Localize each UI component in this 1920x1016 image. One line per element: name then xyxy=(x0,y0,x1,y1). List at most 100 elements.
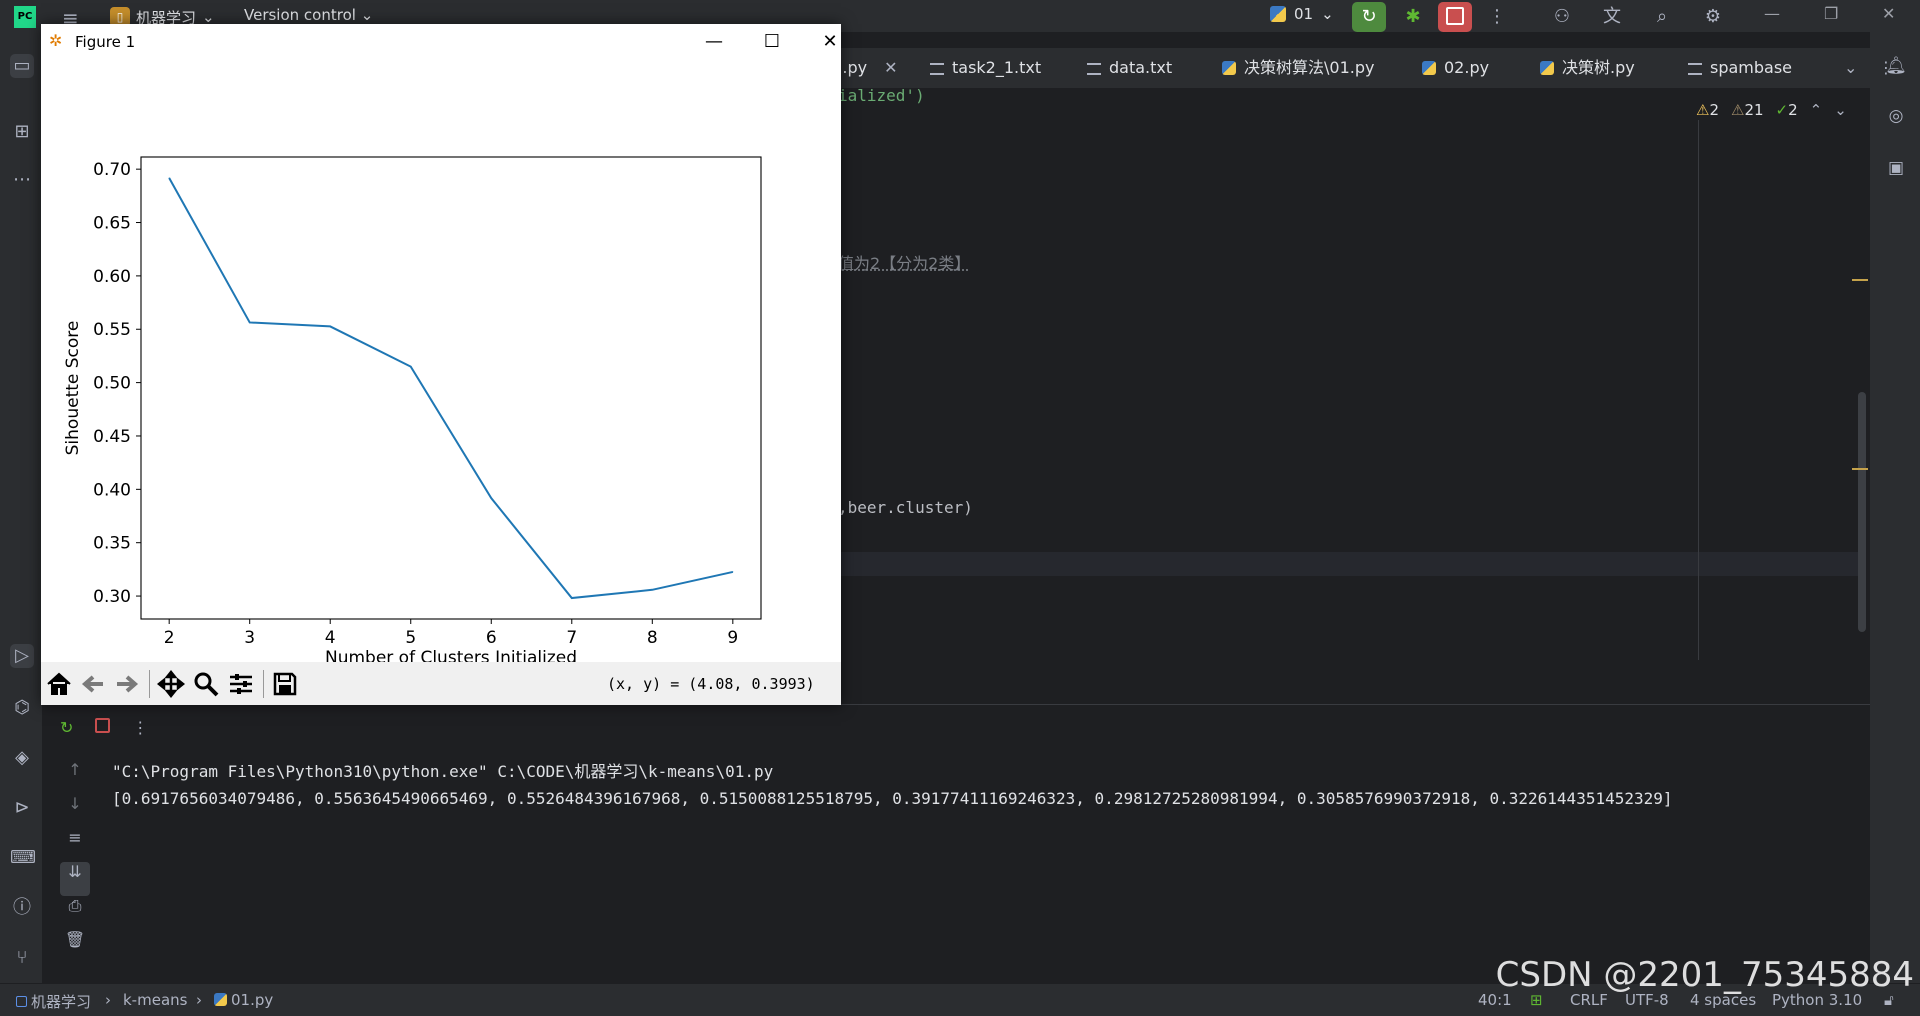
stop-icon[interactable] xyxy=(95,718,111,737)
figure-window[interactable]: ✲ Figure 1 — ☐ ✕ 0.30 0.35 0.40 0.45 0.50 0.5… xyxy=(41,24,841,705)
sciview-icon[interactable]: ▣ xyxy=(1884,156,1908,180)
data-point xyxy=(249,321,251,323)
tab-decision-tree-py[interactable]: 决策树.py xyxy=(1540,48,1635,88)
more-tools-icon[interactable]: ⋯ xyxy=(10,168,34,192)
home-icon[interactable] xyxy=(45,670,73,698)
arrow-up-icon[interactable]: ↑ xyxy=(60,760,90,794)
warning-icon: ⚠ xyxy=(1696,101,1710,119)
breadcrumb-project[interactable]: 机器学习 xyxy=(16,991,91,1012)
tab-02-py[interactable]: 02.py xyxy=(1422,48,1489,88)
tab-label: data.txt xyxy=(1109,58,1173,77)
python-icon xyxy=(1540,61,1554,75)
x-tick-label: 2 xyxy=(164,628,175,648)
version-control-menu[interactable]: Version control ⌄ xyxy=(244,6,373,24)
breadcrumb-separator: › xyxy=(105,991,111,1009)
chevron-down-icon[interactable]: ⌄ xyxy=(1834,101,1847,119)
problems-icon[interactable]: ⓘ xyxy=(10,896,34,920)
editor-scrollbar[interactable] xyxy=(1858,392,1866,632)
breadcrumb-folder[interactable]: k-means xyxy=(123,991,187,1009)
chevron-up-icon[interactable]: ⌃ xyxy=(1810,101,1823,119)
x-tick-label: 8 xyxy=(647,628,658,648)
python-icon xyxy=(214,993,227,1006)
zoom-magnifier-icon[interactable] xyxy=(192,670,220,698)
debug-button[interactable]: ✱ xyxy=(1396,2,1430,32)
y-tick-label: 0.70 xyxy=(93,160,131,180)
more-options-icon[interactable]: ⋮ xyxy=(132,718,148,737)
close-tab-icon[interactable]: ✕ xyxy=(884,58,897,77)
restore-window-button[interactable]: ❐ xyxy=(1824,4,1838,23)
settings-gear-icon[interactable]: ⚙ xyxy=(1696,2,1730,32)
breadcrumb-file[interactable]: 01.py xyxy=(214,991,273,1009)
y-tick-label: 0.50 xyxy=(93,374,131,394)
save-floppy-icon[interactable] xyxy=(271,670,299,698)
forward-arrow-icon[interactable] xyxy=(113,670,141,698)
toolbar-separator xyxy=(149,670,150,698)
x-tick-label: 5 xyxy=(405,628,416,648)
tab-label: 决策树算法\01.py xyxy=(1244,58,1375,77)
scroll-to-end-icon[interactable]: ⇊ xyxy=(60,862,90,896)
more-actions-icon[interactable]: ⋮ xyxy=(1480,2,1514,32)
back-arrow-icon[interactable] xyxy=(79,670,107,698)
error-stripe-mark[interactable] xyxy=(1852,279,1868,281)
y-tick-label: 0.60 xyxy=(93,267,131,287)
run-config-selector[interactable]: 01 ⌄ xyxy=(1270,5,1334,23)
close-window-button[interactable]: ✕ xyxy=(1882,4,1895,23)
y-axis-label: Sihouette Score xyxy=(63,321,83,456)
rerun-icon[interactable]: ↻ xyxy=(60,718,73,737)
search-icon[interactable]: ⌕ xyxy=(1645,2,1679,32)
data-point xyxy=(490,497,492,499)
module-icon xyxy=(16,996,27,1007)
text-file-icon xyxy=(1087,63,1101,75)
minimize-window-button[interactable]: — xyxy=(1764,4,1780,23)
tab-task2-1-txt[interactable]: task2_1.txt xyxy=(930,48,1041,88)
git-icon[interactable]: ⑂ xyxy=(10,946,34,970)
stop-button[interactable] xyxy=(1438,2,1472,32)
tab-spambase[interactable]: spambase xyxy=(1688,48,1792,88)
translate-icon[interactable]: 文 xyxy=(1595,2,1629,32)
tab-data-txt[interactable]: data.txt xyxy=(1087,48,1172,88)
tab-decision-tree-01-py[interactable]: 决策树算法\01.py xyxy=(1222,48,1374,88)
checkmark-icon: ✓ xyxy=(1775,101,1789,119)
x-tick-label: 3 xyxy=(244,628,255,648)
figure-titlebar[interactable]: ✲ Figure 1 — ☐ ✕ xyxy=(41,24,841,60)
error-stripe-mark[interactable] xyxy=(1852,468,1868,470)
console-command-line: "C:\Program Files\Python310\python.exe" … xyxy=(112,762,774,781)
python-icon xyxy=(1222,61,1236,75)
rerun-button[interactable]: ↻ xyxy=(1352,2,1386,32)
print-icon[interactable]: ⎙ xyxy=(60,896,90,930)
tab-list-chevron-icon[interactable]: ⌄ xyxy=(1844,48,1857,88)
run-tool-icon[interactable]: ▷ xyxy=(10,644,34,668)
minimize-button[interactable]: — xyxy=(694,28,734,56)
tab-label: task2_1.txt xyxy=(952,58,1042,77)
python-console-icon[interactable]: ⌬ xyxy=(10,696,34,720)
python-icon xyxy=(1270,6,1286,22)
data-point xyxy=(168,177,170,179)
services-icon[interactable]: ⊳ xyxy=(10,796,34,820)
run-toolbar: ↻ ⋮ xyxy=(60,718,148,737)
axes-frame xyxy=(140,156,762,620)
soft-wrap-icon[interactable]: ≡ xyxy=(60,828,90,862)
terminal-icon[interactable]: ⌨ xyxy=(10,846,36,870)
typo-count: ✓2 xyxy=(1775,101,1798,119)
pan-move-icon[interactable] xyxy=(157,670,185,698)
inspection-widget[interactable]: ⚠2 ⚠21 ✓2 ⌃ ⌄ xyxy=(1696,101,1847,119)
y-tick-label: 0.45 xyxy=(93,427,131,447)
line-chart[interactable]: 0.30 0.35 0.40 0.45 0.50 0.55 0.60 0.65 0.70 2 3 4… xyxy=(41,60,841,662)
python-packages-icon[interactable]: ◈ xyxy=(10,746,34,770)
structure-icon[interactable]: ⊞ xyxy=(10,120,34,144)
trash-icon[interactable]: 🗑︎ xyxy=(60,930,90,964)
close-button[interactable]: ✕ xyxy=(810,28,850,56)
x-tick-label: 6 xyxy=(486,628,497,648)
console-output[interactable]: "C:\Program Files\Python310\python.exe" … xyxy=(112,758,1673,812)
data-point xyxy=(571,597,573,599)
ai-assistant-icon[interactable]: ◎ xyxy=(1884,104,1908,128)
project-folder-icon[interactable]: ▭ xyxy=(10,54,34,78)
tab-label: 02.py xyxy=(1444,58,1490,77)
configure-subplots-icon[interactable] xyxy=(227,670,255,698)
figure-toolbar: (x, y) = (4.08, 0.3993) xyxy=(41,662,841,705)
code-with-me-icon[interactable]: ⚇ xyxy=(1545,2,1579,32)
arrow-down-icon[interactable]: ↓ xyxy=(60,794,90,828)
tab-more-icon[interactable]: ⋮ xyxy=(1878,48,1894,88)
maximize-button[interactable]: ☐ xyxy=(752,28,792,56)
matplotlib-icon: ✲ xyxy=(49,31,63,50)
